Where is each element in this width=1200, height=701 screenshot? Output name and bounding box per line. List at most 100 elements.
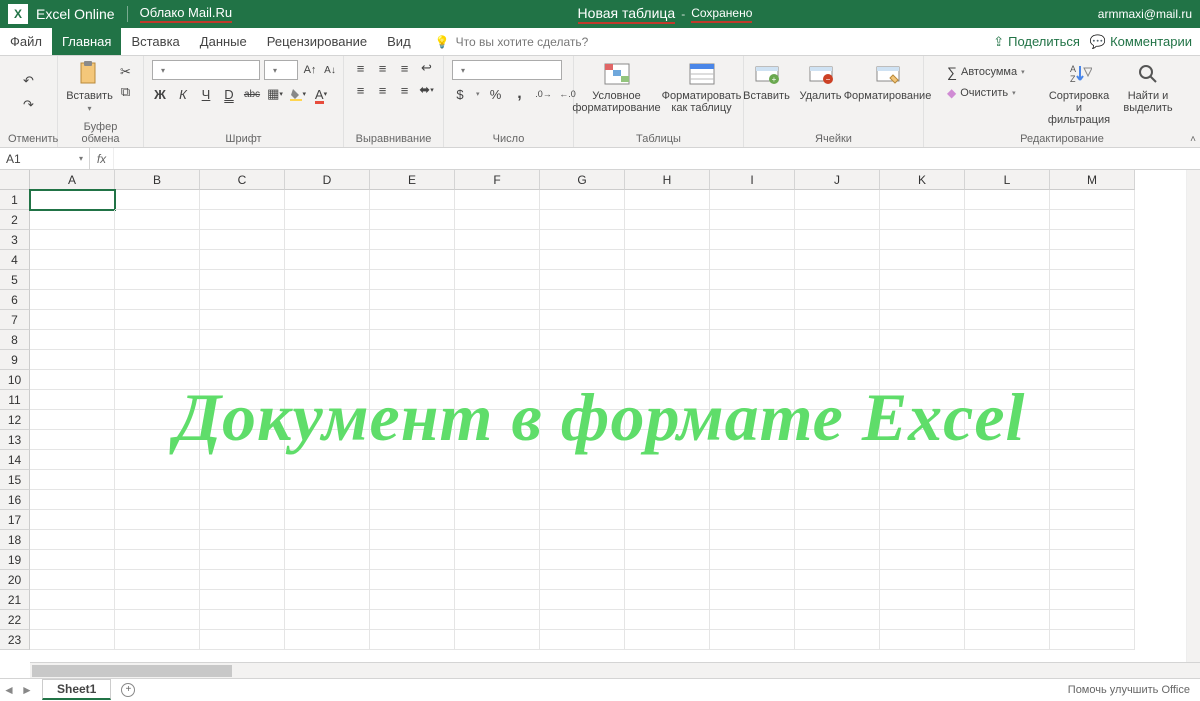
cell[interactable] [455,530,540,550]
cell[interactable] [710,270,795,290]
cell[interactable] [795,630,880,650]
find-select-button[interactable]: Найти и выделить [1119,60,1177,114]
cell[interactable] [200,330,285,350]
cell[interactable] [795,370,880,390]
cell[interactable] [370,610,455,630]
row-header[interactable]: 11 [0,390,30,410]
cell[interactable] [115,490,200,510]
cell[interactable] [200,470,285,490]
cell[interactable] [540,210,625,230]
cell[interactable] [115,230,200,250]
cell[interactable] [115,570,200,590]
cell[interactable] [880,450,965,470]
cell[interactable] [370,490,455,510]
cell[interactable] [370,410,455,430]
cells-area[interactable] [30,190,1200,662]
row-header[interactable]: 9 [0,350,30,370]
cell[interactable] [710,550,795,570]
row-header[interactable]: 16 [0,490,30,510]
row-header[interactable]: 1 [0,190,30,210]
row-header[interactable]: 18 [0,530,30,550]
cell[interactable] [540,270,625,290]
cell[interactable] [115,590,200,610]
cell[interactable] [625,470,710,490]
grow-font-icon[interactable]: A↑ [302,62,318,78]
cell[interactable] [370,230,455,250]
cell[interactable] [370,630,455,650]
cell[interactable] [625,450,710,470]
cell[interactable] [455,350,540,370]
tab-file[interactable]: Файл [0,28,52,55]
row-header[interactable]: 10 [0,370,30,390]
cell[interactable] [965,410,1050,430]
cell[interactable] [200,450,285,470]
cell[interactable] [965,390,1050,410]
cell[interactable] [540,350,625,370]
cell[interactable] [115,610,200,630]
cell[interactable] [1050,490,1135,510]
cell[interactable] [795,330,880,350]
cell[interactable] [370,330,455,350]
cell[interactable] [455,210,540,230]
cell[interactable] [285,590,370,610]
column-header[interactable]: J [795,170,880,190]
cell[interactable] [710,570,795,590]
cell[interactable] [540,390,625,410]
cell[interactable] [880,410,965,430]
cell[interactable] [370,450,455,470]
cell[interactable] [455,510,540,530]
cell[interactable] [285,330,370,350]
sort-filter-button[interactable]: AZ Сортировка и фильтрация [1045,60,1113,126]
cell[interactable] [455,590,540,610]
add-sheet-button[interactable]: + [117,679,139,701]
cell[interactable] [540,410,625,430]
cell[interactable] [455,630,540,650]
double-underline-button[interactable]: D [221,86,237,102]
cell[interactable] [200,190,285,210]
cell[interactable] [285,570,370,590]
italic-button[interactable]: К [175,86,191,102]
cell[interactable] [795,310,880,330]
cell[interactable] [1050,330,1135,350]
paste-button[interactable]: Вставить ▾ [68,60,112,113]
cell[interactable] [880,630,965,650]
cell[interactable] [285,470,370,490]
cell[interactable] [200,290,285,310]
cell[interactable] [370,350,455,370]
scrollbar-thumb[interactable] [32,665,232,677]
cell[interactable] [965,610,1050,630]
cell[interactable] [625,210,710,230]
cell[interactable] [710,210,795,230]
cell[interactable] [540,250,625,270]
cell[interactable] [200,550,285,570]
share-button[interactable]: ⇪ Поделиться [993,34,1080,50]
cell[interactable] [795,430,880,450]
fill-color-button[interactable]: ▾ [290,86,306,102]
cell[interactable] [370,250,455,270]
cell[interactable] [30,190,115,210]
cell[interactable] [30,610,115,630]
cell[interactable] [880,290,965,310]
cell[interactable] [1050,430,1135,450]
align-middle-icon[interactable]: ≡ [375,60,391,76]
cell[interactable] [965,590,1050,610]
cell[interactable] [115,390,200,410]
cell[interactable] [455,330,540,350]
cell[interactable] [30,430,115,450]
cell[interactable] [30,630,115,650]
align-bottom-icon[interactable]: ≡ [397,60,413,76]
cell[interactable] [200,530,285,550]
sheet-nav-next-icon[interactable]: ► [18,683,36,697]
cell[interactable] [965,570,1050,590]
cell[interactable] [795,250,880,270]
cell[interactable] [200,310,285,330]
cell[interactable] [115,250,200,270]
row-header[interactable]: 14 [0,450,30,470]
cell[interactable] [115,430,200,450]
horizontal-scrollbar[interactable] [30,662,1200,678]
cell[interactable] [540,190,625,210]
cell[interactable] [1050,350,1135,370]
cell[interactable] [625,550,710,570]
cell[interactable] [370,290,455,310]
cell[interactable] [370,590,455,610]
